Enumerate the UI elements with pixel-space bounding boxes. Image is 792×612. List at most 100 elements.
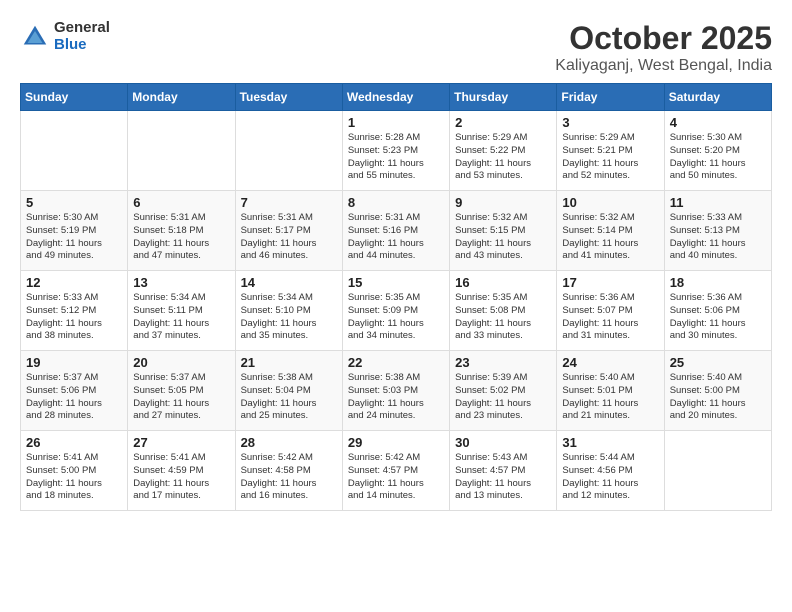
title-block: October 2025 Kaliyaganj, West Bengal, In… bbox=[555, 20, 772, 75]
calendar-table: SundayMondayTuesdayWednesdayThursdayFrid… bbox=[20, 83, 772, 511]
day-number: 13 bbox=[133, 275, 229, 290]
day-number: 18 bbox=[670, 275, 766, 290]
column-header-thursday: Thursday bbox=[450, 84, 557, 111]
calendar-cell: 21 Sunrise: 5:38 AM Sunset: 5:04 PM Dayli… bbox=[235, 351, 342, 431]
day-number: 29 bbox=[348, 435, 444, 450]
day-info: Sunrise: 5:37 AM Sunset: 5:05 PM Dayligh… bbox=[133, 372, 229, 423]
calendar-cell: 28 Sunrise: 5:42 AM Sunset: 4:58 PM Dayli… bbox=[235, 431, 342, 511]
day-info: Sunrise: 5:32 AM Sunset: 5:14 PM Dayligh… bbox=[562, 212, 658, 263]
calendar-cell: 4 Sunrise: 5:30 AM Sunset: 5:20 PM Daylig… bbox=[664, 111, 771, 191]
logo-icon bbox=[20, 22, 50, 52]
day-number: 30 bbox=[455, 435, 551, 450]
day-info: Sunrise: 5:30 AM Sunset: 5:19 PM Dayligh… bbox=[26, 212, 122, 263]
day-info: Sunrise: 5:38 AM Sunset: 5:03 PM Dayligh… bbox=[348, 372, 444, 423]
calendar-week-row: 5 Sunrise: 5:30 AM Sunset: 5:19 PM Daylig… bbox=[21, 191, 772, 271]
day-info: Sunrise: 5:35 AM Sunset: 5:08 PM Dayligh… bbox=[455, 292, 551, 343]
calendar-cell: 14 Sunrise: 5:34 AM Sunset: 5:10 PM Dayli… bbox=[235, 271, 342, 351]
day-info: Sunrise: 5:37 AM Sunset: 5:06 PM Dayligh… bbox=[26, 372, 122, 423]
day-number: 17 bbox=[562, 275, 658, 290]
day-number: 23 bbox=[455, 355, 551, 370]
calendar-cell: 30 Sunrise: 5:43 AM Sunset: 4:57 PM Dayli… bbox=[450, 431, 557, 511]
calendar-cell: 24 Sunrise: 5:40 AM Sunset: 5:01 PM Dayli… bbox=[557, 351, 664, 431]
calendar-week-row: 26 Sunrise: 5:41 AM Sunset: 5:00 PM Dayli… bbox=[21, 431, 772, 511]
day-info: Sunrise: 5:30 AM Sunset: 5:20 PM Dayligh… bbox=[670, 132, 766, 183]
day-info: Sunrise: 5:34 AM Sunset: 5:10 PM Dayligh… bbox=[241, 292, 337, 343]
calendar-cell: 5 Sunrise: 5:30 AM Sunset: 5:19 PM Daylig… bbox=[21, 191, 128, 271]
logo-blue: Blue bbox=[54, 37, 110, 54]
day-number: 4 bbox=[670, 115, 766, 130]
day-info: Sunrise: 5:33 AM Sunset: 5:13 PM Dayligh… bbox=[670, 212, 766, 263]
day-info: Sunrise: 5:31 AM Sunset: 5:17 PM Dayligh… bbox=[241, 212, 337, 263]
day-number: 26 bbox=[26, 435, 122, 450]
day-number: 1 bbox=[348, 115, 444, 130]
calendar-cell: 19 Sunrise: 5:37 AM Sunset: 5:06 PM Dayli… bbox=[21, 351, 128, 431]
day-info: Sunrise: 5:39 AM Sunset: 5:02 PM Dayligh… bbox=[455, 372, 551, 423]
day-number: 11 bbox=[670, 195, 766, 210]
day-number: 5 bbox=[26, 195, 122, 210]
calendar-week-row: 19 Sunrise: 5:37 AM Sunset: 5:06 PM Dayli… bbox=[21, 351, 772, 431]
column-header-friday: Friday bbox=[557, 84, 664, 111]
calendar-cell: 22 Sunrise: 5:38 AM Sunset: 5:03 PM Dayli… bbox=[342, 351, 449, 431]
day-number: 16 bbox=[455, 275, 551, 290]
day-info: Sunrise: 5:36 AM Sunset: 5:07 PM Dayligh… bbox=[562, 292, 658, 343]
day-info: Sunrise: 5:43 AM Sunset: 4:57 PM Dayligh… bbox=[455, 452, 551, 503]
day-number: 25 bbox=[670, 355, 766, 370]
calendar-cell: 2Sunrise: 5:29 AM Sunset: 5:22 PM Daylig… bbox=[450, 111, 557, 191]
day-number: 19 bbox=[26, 355, 122, 370]
day-info: Sunrise: 5:40 AM Sunset: 5:00 PM Dayligh… bbox=[670, 372, 766, 423]
calendar-cell: 8Sunrise: 5:31 AM Sunset: 5:16 PM Daylig… bbox=[342, 191, 449, 271]
calendar-cell: 13 Sunrise: 5:34 AM Sunset: 5:11 PM Dayli… bbox=[128, 271, 235, 351]
calendar-cell: 7Sunrise: 5:31 AM Sunset: 5:17 PM Daylig… bbox=[235, 191, 342, 271]
day-info: Sunrise: 5:35 AM Sunset: 5:09 PM Dayligh… bbox=[348, 292, 444, 343]
subtitle: Kaliyaganj, West Bengal, India bbox=[555, 57, 772, 75]
calendar-cell bbox=[664, 431, 771, 511]
calendar-cell: 17 Sunrise: 5:36 AM Sunset: 5:07 PM Dayli… bbox=[557, 271, 664, 351]
day-info: Sunrise: 5:33 AM Sunset: 5:12 PM Dayligh… bbox=[26, 292, 122, 343]
main-title: October 2025 bbox=[555, 20, 772, 57]
calendar-week-row: 12 Sunrise: 5:33 AM Sunset: 5:12 PM Dayli… bbox=[21, 271, 772, 351]
logo-text: General Blue bbox=[54, 20, 110, 53]
day-info: Sunrise: 5:41 AM Sunset: 4:59 PM Dayligh… bbox=[133, 452, 229, 503]
day-info: Sunrise: 5:28 AM Sunset: 5:23 PM Dayligh… bbox=[348, 132, 444, 183]
day-number: 9 bbox=[455, 195, 551, 210]
calendar-cell bbox=[235, 111, 342, 191]
calendar-cell: 15Sunrise: 5:35 AM Sunset: 5:09 PM Dayli… bbox=[342, 271, 449, 351]
day-info: Sunrise: 5:29 AM Sunset: 5:21 PM Dayligh… bbox=[562, 132, 658, 183]
calendar-cell: 29 Sunrise: 5:42 AM Sunset: 4:57 PM Dayli… bbox=[342, 431, 449, 511]
day-number: 28 bbox=[241, 435, 337, 450]
day-info: Sunrise: 5:40 AM Sunset: 5:01 PM Dayligh… bbox=[562, 372, 658, 423]
day-number: 6 bbox=[133, 195, 229, 210]
logo-general: General bbox=[54, 20, 110, 37]
column-header-wednesday: Wednesday bbox=[342, 84, 449, 111]
calendar-cell: 25 Sunrise: 5:40 AM Sunset: 5:00 PM Dayli… bbox=[664, 351, 771, 431]
day-info: Sunrise: 5:38 AM Sunset: 5:04 PM Dayligh… bbox=[241, 372, 337, 423]
calendar-cell: 10 Sunrise: 5:32 AM Sunset: 5:14 PM Dayli… bbox=[557, 191, 664, 271]
calendar-header-row: SundayMondayTuesdayWednesdayThursdayFrid… bbox=[21, 84, 772, 111]
logo: General Blue bbox=[20, 20, 110, 53]
day-info: Sunrise: 5:42 AM Sunset: 4:57 PM Dayligh… bbox=[348, 452, 444, 503]
day-number: 12 bbox=[26, 275, 122, 290]
day-info: Sunrise: 5:34 AM Sunset: 5:11 PM Dayligh… bbox=[133, 292, 229, 343]
column-header-saturday: Saturday bbox=[664, 84, 771, 111]
day-info: Sunrise: 5:29 AM Sunset: 5:22 PM Dayligh… bbox=[455, 132, 551, 183]
calendar-cell: 9 Sunrise: 5:32 AM Sunset: 5:15 PM Daylig… bbox=[450, 191, 557, 271]
day-number: 10 bbox=[562, 195, 658, 210]
calendar-cell: 6 Sunrise: 5:31 AM Sunset: 5:18 PM Daylig… bbox=[128, 191, 235, 271]
calendar-cell: 26 Sunrise: 5:41 AM Sunset: 5:00 PM Dayli… bbox=[21, 431, 128, 511]
day-info: Sunrise: 5:42 AM Sunset: 4:58 PM Dayligh… bbox=[241, 452, 337, 503]
calendar-cell: 16 Sunrise: 5:35 AM Sunset: 5:08 PM Dayli… bbox=[450, 271, 557, 351]
calendar-cell bbox=[21, 111, 128, 191]
calendar-cell: 12 Sunrise: 5:33 AM Sunset: 5:12 PM Dayli… bbox=[21, 271, 128, 351]
calendar-cell: 31Sunrise: 5:44 AM Sunset: 4:56 PM Dayli… bbox=[557, 431, 664, 511]
day-number: 3 bbox=[562, 115, 658, 130]
day-info: Sunrise: 5:32 AM Sunset: 5:15 PM Dayligh… bbox=[455, 212, 551, 263]
calendar-cell: 11 Sunrise: 5:33 AM Sunset: 5:13 PM Dayli… bbox=[664, 191, 771, 271]
day-number: 21 bbox=[241, 355, 337, 370]
day-number: 14 bbox=[241, 275, 337, 290]
day-info: Sunrise: 5:31 AM Sunset: 5:18 PM Dayligh… bbox=[133, 212, 229, 263]
calendar-cell: 27Sunrise: 5:41 AM Sunset: 4:59 PM Dayli… bbox=[128, 431, 235, 511]
column-header-sunday: Sunday bbox=[21, 84, 128, 111]
day-number: 22 bbox=[348, 355, 444, 370]
day-number: 24 bbox=[562, 355, 658, 370]
day-info: Sunrise: 5:41 AM Sunset: 5:00 PM Dayligh… bbox=[26, 452, 122, 503]
